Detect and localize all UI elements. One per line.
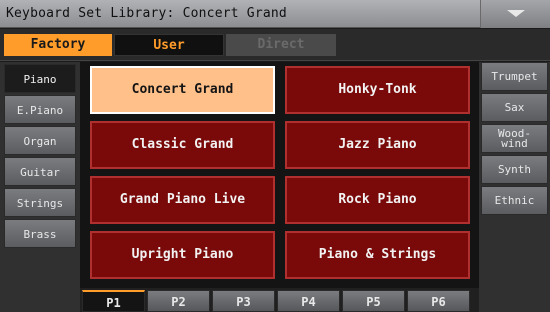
tab-factory[interactable]: Factory [4, 34, 112, 56]
category-piano[interactable]: Piano [4, 64, 76, 93]
category-synth[interactable]: Synth [481, 155, 548, 184]
category-organ[interactable]: Organ [4, 126, 76, 155]
sound-upright-piano[interactable]: Upright Piano [90, 231, 275, 279]
sound-classic-grand[interactable]: Classic Grand [90, 121, 275, 169]
page-menu-button[interactable] [480, 0, 550, 28]
sound-concert-grand[interactable]: Concert Grand [90, 66, 275, 114]
tab-user[interactable]: User [114, 34, 224, 56]
category-woodwind[interactable]: Wood- wind [481, 124, 548, 153]
sound-jazz-piano[interactable]: Jazz Piano [285, 121, 470, 169]
sound-rock-piano[interactable]: Rock Piano [285, 176, 470, 224]
category-trumpet[interactable]: Trumpet [481, 62, 548, 91]
title-bar: Keyboard Set Library: Concert Grand [0, 0, 550, 28]
page-tab-p3[interactable]: P3 [212, 290, 275, 312]
category-epiano[interactable]: E.Piano [4, 95, 76, 124]
left-category-list: Piano E.Piano Organ Guitar Strings Brass [0, 62, 80, 312]
page-tab-p6[interactable]: P6 [407, 290, 470, 312]
sound-honky-tonk[interactable]: Honky-Tonk [285, 66, 470, 114]
page-tab-p2[interactable]: P2 [147, 290, 210, 312]
category-brass[interactable]: Brass [4, 219, 76, 248]
page-tab-p1[interactable]: P1 [82, 290, 145, 312]
sound-grid: Concert Grand Honky-Tonk Classic Grand J… [80, 62, 479, 288]
category-sax[interactable]: Sax [481, 93, 548, 122]
category-strings[interactable]: Strings [4, 188, 76, 217]
page-tab-p5[interactable]: P5 [342, 290, 405, 312]
page-selector: P1 P2 P3 P4 P5 P6 [80, 288, 479, 312]
category-guitar[interactable]: Guitar [4, 157, 76, 186]
sound-piano-and-strings[interactable]: Piano & Strings [285, 231, 470, 279]
right-category-list: Trumpet Sax Wood- wind Synth Ethnic [479, 62, 550, 312]
sound-grand-piano-live[interactable]: Grand Piano Live [90, 176, 275, 224]
triangle-down-icon [507, 10, 525, 17]
tab-direct: Direct [226, 34, 336, 56]
page-tab-p4[interactable]: P4 [277, 290, 340, 312]
window-title: Keyboard Set Library: Concert Grand [6, 6, 287, 21]
library-tabs: Factory User Direct [0, 29, 550, 61]
category-ethnic[interactable]: Ethnic [481, 186, 548, 215]
